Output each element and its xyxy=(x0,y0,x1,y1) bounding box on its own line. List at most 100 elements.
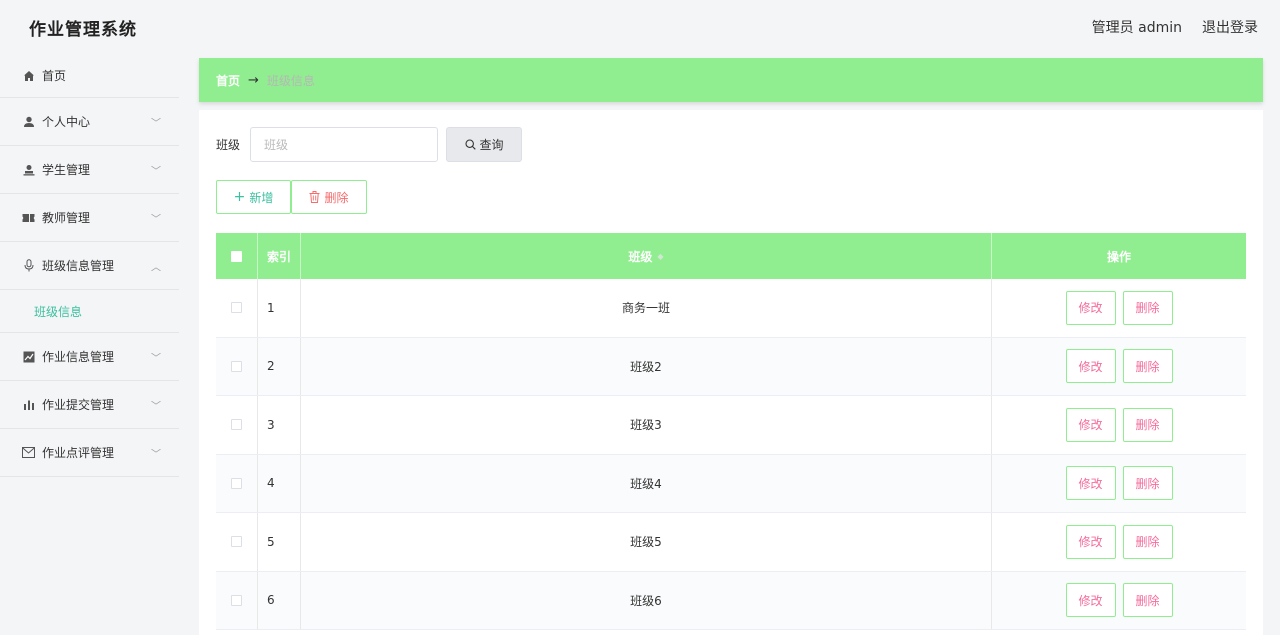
table-row: 1 商务一班 修改 删除 xyxy=(216,279,1246,338)
row-checkbox[interactable] xyxy=(231,536,242,548)
mail-icon xyxy=(22,446,35,459)
sidebar-item-label: 教师管理 xyxy=(42,211,91,225)
header-index: 索引 xyxy=(258,233,301,279)
row-checkbox-cell xyxy=(216,454,258,512)
batch-delete-button[interactable]: 删除 xyxy=(291,180,367,214)
row-checkbox[interactable] xyxy=(231,594,242,606)
sidebar-item-homework-info[interactable]: 作业信息管理 ﹀ xyxy=(0,333,179,381)
home-icon xyxy=(22,69,35,82)
ticket-icon xyxy=(22,211,35,224)
delete-button[interactable]: 删除 xyxy=(1122,524,1173,559)
row-checkbox[interactable] xyxy=(231,302,242,314)
row-actions: 修改 删除 xyxy=(992,396,1246,454)
add-button-label: 新增 xyxy=(249,190,274,205)
current-user[interactable]: 管理员 admin xyxy=(1092,17,1182,37)
sidebar-item-homework-review[interactable]: 作业点评管理 ﹀ xyxy=(0,429,179,477)
breadcrumb-current: 班级信息 xyxy=(266,73,315,88)
class-table: 索引 班级 ◆ 操作 1 商务一班 修改 删除 2 班级2 修改 删除 3 班级… xyxy=(216,233,1246,630)
row-name: 班级2 xyxy=(301,337,992,395)
logout-link[interactable]: 退出登录 xyxy=(1202,17,1258,37)
add-button[interactable]: + 新增 xyxy=(216,180,291,214)
bar-chart-icon xyxy=(22,398,35,411)
header-ops: 操作 xyxy=(1106,249,1131,264)
row-checkbox[interactable] xyxy=(231,360,242,372)
row-actions: 修改 删除 xyxy=(992,513,1246,571)
chevron-down-icon: ﹀ xyxy=(151,401,161,412)
row-checkbox-cell xyxy=(216,571,258,629)
header-name[interactable]: 班级 ◆ xyxy=(301,233,992,279)
breadcrumb-home[interactable]: 首页 xyxy=(216,72,240,89)
app-title: 作业管理系统 xyxy=(29,20,137,40)
row-checkbox-cell xyxy=(216,396,258,454)
chevron-down-icon: ﹀ xyxy=(151,166,161,177)
submenu-item-class-info[interactable]: 班级信息 xyxy=(0,290,179,333)
sort-icon[interactable]: ◆ xyxy=(657,252,663,261)
search-button[interactable]: 查询 xyxy=(446,127,523,162)
row-name: 班级4 xyxy=(301,454,992,512)
select-all-checkbox[interactable] xyxy=(231,250,242,262)
sidebar-item-label: 学生管理 xyxy=(42,163,91,177)
sidebar-item-label: 个人中心 xyxy=(42,115,91,129)
trash-icon xyxy=(309,191,320,203)
header-checkbox-cell xyxy=(216,233,258,279)
row-name: 班级3 xyxy=(301,396,992,454)
sidebar-item-teachers[interactable]: 教师管理 ﹀ xyxy=(0,194,179,242)
row-checkbox-cell xyxy=(216,337,258,395)
chevron-down-icon: ﹀ xyxy=(151,214,161,225)
content-panel: 班级 查询 + 新增 删除 xyxy=(199,110,1263,635)
sidebar-item-homework-submit[interactable]: 作业提交管理 ﹀ xyxy=(0,381,179,429)
chevron-down-icon: ﹀ xyxy=(151,118,161,129)
row-checkbox[interactable] xyxy=(231,477,242,489)
sidebar-item-label: 班级信息管理 xyxy=(42,259,115,273)
edit-button[interactable]: 修改 xyxy=(1065,290,1116,325)
search-icon xyxy=(464,139,476,150)
table-row: 6 班级6 修改 删除 xyxy=(216,571,1246,630)
sidebar-item-label: 作业点评管理 xyxy=(42,446,115,460)
header-name-label: 班级 xyxy=(628,249,653,264)
row-index: 6 xyxy=(258,571,301,629)
student-icon xyxy=(22,163,35,176)
edit-button[interactable]: 修改 xyxy=(1065,583,1116,618)
delete-button[interactable]: 删除 xyxy=(1122,466,1173,501)
sidebar-item-label: 作业信息管理 xyxy=(42,350,115,364)
line-chart-icon xyxy=(22,350,35,363)
row-checkbox[interactable] xyxy=(231,419,242,431)
table-header: 索引 班级 ◆ 操作 xyxy=(216,233,1246,279)
search-button-label: 查询 xyxy=(479,138,504,152)
table-row: 4 班级4 修改 删除 xyxy=(216,454,1246,513)
row-index: 4 xyxy=(258,454,301,512)
row-checkbox-cell xyxy=(216,513,258,571)
delete-button[interactable]: 删除 xyxy=(1122,349,1173,384)
delete-button[interactable]: 删除 xyxy=(1122,407,1173,442)
edit-button[interactable]: 修改 xyxy=(1065,407,1116,442)
row-actions: 修改 删除 xyxy=(992,455,1246,513)
sidebar-item-students[interactable]: 学生管理 ﹀ xyxy=(0,146,179,194)
search-input[interactable] xyxy=(250,127,439,162)
delete-button[interactable]: 删除 xyxy=(1122,583,1173,618)
main-area: 首页 → 班级信息 班级 查询 + 新增 删除 xyxy=(199,58,1263,635)
table-row: 3 班级3 修改 删除 xyxy=(216,396,1246,455)
sidebar-item-home[interactable]: 首页 xyxy=(0,54,179,98)
arrow-right-icon: → xyxy=(248,72,259,88)
sidebar-item-class-info[interactable]: 班级信息管理 ︿ xyxy=(0,242,179,290)
edit-button[interactable]: 修改 xyxy=(1065,349,1116,384)
breadcrumb: 首页 → 班级信息 xyxy=(199,58,1263,102)
user-icon xyxy=(22,115,35,128)
submenu-item-label: 班级信息 xyxy=(34,304,83,319)
edit-button[interactable]: 修改 xyxy=(1065,524,1116,559)
table-row: 5 班级5 修改 删除 xyxy=(216,513,1246,572)
row-actions: 修改 删除 xyxy=(992,338,1246,396)
sidebar-item-label: 作业提交管理 xyxy=(42,398,115,412)
row-index: 2 xyxy=(258,337,301,395)
table-row: 2 班级2 修改 删除 xyxy=(216,337,1246,396)
row-name: 班级6 xyxy=(301,571,992,629)
user-area: 管理员 admin 退出登录 xyxy=(1092,17,1258,37)
search-label: 班级 xyxy=(216,138,241,152)
row-index: 3 xyxy=(258,396,301,454)
chevron-up-icon: ︿ xyxy=(151,262,161,273)
edit-button[interactable]: 修改 xyxy=(1065,466,1116,501)
row-name: 班级5 xyxy=(301,513,992,571)
delete-button[interactable]: 删除 xyxy=(1122,290,1173,325)
sidebar-item-profile[interactable]: 个人中心 ﹀ xyxy=(0,98,179,146)
row-index: 1 xyxy=(258,279,301,337)
